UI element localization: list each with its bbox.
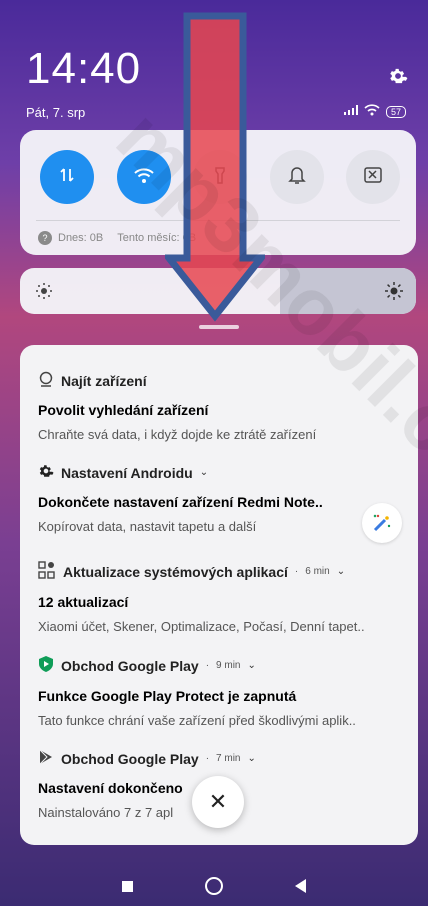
brightness-low-icon	[34, 281, 54, 301]
notification-body: Chraňte svá data, i když dojde ke ztrátě…	[38, 427, 317, 442]
notification-title: 12 aktualizací	[38, 594, 129, 610]
notification-title: Povolit vyhledání zařízení	[38, 402, 209, 418]
notification-title: Dokončete nastavení zařízení Redmi Note.…	[38, 494, 323, 510]
scissors-icon	[363, 166, 383, 189]
screenshot-toggle[interactable]	[346, 150, 400, 204]
chevron-down-icon[interactable]: ⌄	[247, 753, 255, 764]
magic-wand-icon[interactable]	[362, 503, 402, 543]
settings-gear-icon	[38, 463, 54, 482]
swipe-down-arrow	[165, 12, 265, 322]
notification-find-device[interactable]: Najít zařízení Povolit vyhledání zařízen…	[38, 371, 402, 442]
separator-dot: ·	[294, 566, 299, 577]
clock-time: 14:40	[26, 44, 142, 93]
notification-app-name: Aktualizace systémových aplikací	[63, 563, 288, 580]
info-icon: ?	[38, 231, 52, 245]
wifi-icon	[133, 166, 155, 189]
notification-time: 9 min	[216, 660, 241, 671]
recents-button[interactable]	[122, 880, 133, 892]
clear-all-button[interactable]: ✕	[192, 776, 244, 828]
notification-android-setup[interactable]: Nastavení Androidu ⌄ Dokončete nastavení…	[38, 463, 402, 543]
silent-toggle[interactable]	[269, 150, 324, 204]
system-status-icons: 57	[343, 104, 406, 119]
brightness-high-icon	[384, 281, 404, 301]
play-store-icon	[38, 749, 54, 768]
notification-app-name: Obchod Google Play	[61, 657, 199, 674]
notification-app-name: Obchod Google Play	[61, 750, 199, 767]
notification-play-protect[interactable]: Obchod Google Play · 9 min ⌄ Funkce Goog…	[38, 655, 402, 728]
data-today: Dnes: 0B	[58, 232, 104, 244]
mobile-data-icon	[58, 166, 76, 189]
back-button[interactable]	[295, 879, 306, 893]
notification-app-name: Najít zařízení	[61, 372, 147, 389]
notification-body: Tato funkce chrání vaše zařízení před šk…	[38, 713, 356, 728]
date-label: Pát, 7. srp	[26, 105, 86, 120]
notification-title: Funkce Google Play Protect je zapnutá	[38, 688, 297, 704]
notification-body: Kopírovat data, nastavit tapetu a další	[38, 519, 257, 534]
chevron-down-icon[interactable]: ⌄	[247, 660, 255, 671]
chevron-down-icon[interactable]: ⌄	[337, 566, 345, 577]
chevron-down-icon[interactable]: ⌄	[200, 467, 208, 478]
wifi-status-icon	[364, 104, 380, 119]
navigation-bar	[0, 866, 428, 906]
location-pin-icon	[38, 371, 54, 390]
drag-handle[interactable]	[199, 325, 239, 329]
notification-time: 6 min	[305, 566, 330, 577]
notification-system-updates[interactable]: Aktualizace systémových aplikací · 6 min…	[38, 561, 402, 634]
home-button[interactable]	[205, 877, 223, 895]
separator-dot: ·	[205, 660, 210, 671]
notification-time: 7 min	[216, 753, 241, 764]
close-icon: ✕	[208, 789, 228, 814]
apps-grid-icon	[38, 561, 56, 582]
shield-icon	[38, 655, 54, 676]
notification-body: Xiaomi účet, Skener, Optimalizace, Počas…	[38, 619, 365, 634]
notification-panel: Najít zařízení Povolit vyhledání zařízen…	[20, 345, 418, 845]
separator-dot: ·	[205, 753, 210, 764]
gear-icon[interactable]	[388, 66, 408, 86]
signal-icon	[343, 105, 358, 118]
notification-app-name: Nastavení Androidu	[61, 464, 193, 481]
bell-icon	[287, 165, 306, 190]
battery-indicator: 57	[385, 105, 406, 118]
mobile-data-toggle[interactable]	[40, 150, 94, 204]
wifi-toggle[interactable]	[116, 150, 171, 204]
